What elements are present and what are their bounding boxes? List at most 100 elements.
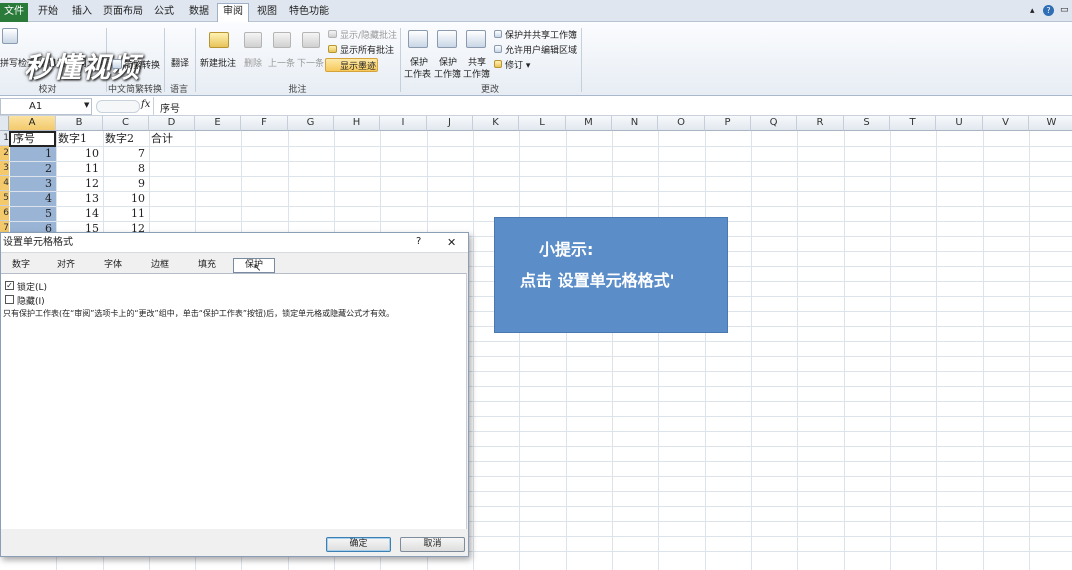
cell-b1[interactable]: 数字1 <box>56 132 103 146</box>
cell-a1[interactable]: 序号 <box>9 131 56 147</box>
spelling-icon[interactable] <box>2 28 18 44</box>
dialog-title-bar[interactable]: 设置单元格格式 <box>1 233 468 253</box>
col-header-i[interactable]: I <box>380 116 427 131</box>
dialog-tab-border[interactable]: 边框 <box>146 259 174 273</box>
col-header-a[interactable]: A <box>9 116 56 131</box>
share-workbook-line2[interactable]: 工作簿 <box>463 67 490 80</box>
col-header-g[interactable]: G <box>288 116 334 131</box>
hidden-checkbox[interactable] <box>5 295 14 304</box>
tab-insert[interactable]: 插入 <box>68 4 96 22</box>
hidden-label[interactable]: 隐藏(I) <box>17 294 45 307</box>
restore-window-icon[interactable]: ▭ <box>1060 5 1069 15</box>
dialog-tab-fill[interactable]: 填充 <box>193 259 221 273</box>
tab-review[interactable]: 审阅 <box>217 3 249 23</box>
tab-special[interactable]: 特色功能 <box>287 4 331 22</box>
protect-workbook-line2[interactable]: 工作簿 <box>434 67 461 80</box>
cell-b3[interactable]: 11 <box>56 162 103 176</box>
previous-comment-button[interactable]: 上一条 <box>268 56 295 69</box>
col-header-u[interactable]: U <box>936 116 983 131</box>
tab-formulas[interactable]: 公式 <box>150 4 178 22</box>
cancel-button[interactable]: 取消 <box>400 537 465 552</box>
tab-view[interactable]: 视图 <box>252 4 282 22</box>
dialog-tab-alignment[interactable]: 对齐 <box>52 259 80 273</box>
cell-b4[interactable]: 12 <box>56 177 103 191</box>
cell-c5[interactable]: 10 <box>103 192 149 206</box>
col-header-f[interactable]: F <box>241 116 288 131</box>
cell-c3[interactable]: 8 <box>103 162 149 176</box>
track-changes-button[interactable]: 修订 ▾ <box>505 58 530 71</box>
tab-page-layout[interactable]: 页面布局 <box>102 4 144 22</box>
next-comment-button[interactable]: 下一条 <box>297 56 324 69</box>
cell-b2[interactable]: 10 <box>56 147 103 161</box>
col-header-j[interactable]: J <box>427 116 473 131</box>
previous-comment-icon[interactable] <box>273 32 291 48</box>
tab-data[interactable]: 数据 <box>184 4 214 22</box>
simplified-traditional-button[interactable]: 简繁转换 <box>124 58 160 71</box>
cell-b5[interactable]: 13 <box>56 192 103 206</box>
col-header-l[interactable]: L <box>519 116 566 131</box>
show-all-comments-button[interactable]: 显示所有批注 <box>340 43 394 56</box>
col-header-p[interactable]: P <box>705 116 751 131</box>
ok-button[interactable]: 确定 <box>326 537 391 552</box>
share-workbook-icon[interactable] <box>466 30 486 48</box>
next-comment-icon[interactable] <box>302 32 320 48</box>
col-header-c[interactable]: C <box>103 116 149 131</box>
translate-button[interactable]: 翻译 <box>171 56 189 69</box>
row-header-2[interactable]: 2 <box>0 146 9 161</box>
row-header-1[interactable]: 1 <box>0 131 9 146</box>
cell-b6[interactable]: 14 <box>56 207 103 221</box>
col-header-h[interactable]: H <box>334 116 380 131</box>
tab-file[interactable]: 文件 <box>0 3 28 22</box>
show-hide-comment-button[interactable]: 显示/隐藏批注 <box>340 28 397 41</box>
insert-function-icon[interactable]: fx <box>141 99 150 110</box>
show-ink-button[interactable]: 显示墨迹 <box>340 59 376 72</box>
col-header-b[interactable]: B <box>56 116 103 131</box>
cell-c1[interactable]: 数字2 <box>103 132 149 146</box>
tab-home[interactable]: 开始 <box>34 4 62 22</box>
cell-c4[interactable]: 9 <box>103 177 149 191</box>
col-header-w[interactable]: W <box>1029 116 1072 131</box>
col-header-o[interactable]: O <box>658 116 705 131</box>
new-comment-button[interactable]: 新建批注 <box>200 56 236 69</box>
cell-a6[interactable]: 5 <box>10 207 56 221</box>
col-header-k[interactable]: K <box>473 116 519 131</box>
new-comment-icon[interactable] <box>209 32 229 48</box>
dialog-help-icon[interactable]: ? <box>416 236 421 247</box>
cell-c6[interactable]: 11 <box>103 207 149 221</box>
name-box[interactable]: A1 <box>0 98 92 115</box>
cell-a2[interactable]: 1 <box>10 147 56 161</box>
row-header-3[interactable]: 3 <box>0 161 9 176</box>
protect-share-workbook-button[interactable]: 保护并共享工作簿 <box>505 28 577 41</box>
col-header-r[interactable]: R <box>797 116 844 131</box>
col-header-v[interactable]: V <box>983 116 1029 131</box>
row-header-6[interactable]: 6 <box>0 206 9 221</box>
allow-edit-ranges-button[interactable]: 允许用户编辑区域 <box>505 43 577 56</box>
locked-checkbox[interactable]: ✓ <box>5 281 14 290</box>
protect-sheet-icon[interactable] <box>408 30 428 48</box>
protect-sheet-line2[interactable]: 工作表 <box>404 67 431 80</box>
col-header-t[interactable]: T <box>890 116 936 131</box>
cell-d1[interactable]: 合计 <box>149 132 195 146</box>
formula-input[interactable]: 序号 <box>160 100 180 115</box>
chevron-down-icon[interactable]: ▼ <box>84 101 89 109</box>
delete-comment-button[interactable]: 删除 <box>244 56 262 69</box>
minimize-ribbon-icon[interactable]: ▴ <box>1030 6 1035 16</box>
convert-icon[interactable] <box>112 59 122 69</box>
col-header-e[interactable]: E <box>195 116 241 131</box>
col-header-m[interactable]: M <box>566 116 612 131</box>
cell-a3[interactable]: 2 <box>10 162 56 176</box>
dialog-tab-font[interactable]: 字体 <box>99 259 127 273</box>
dialog-tab-number[interactable]: 数字 <box>7 259 35 273</box>
locked-label[interactable]: 锁定(L) <box>17 280 47 293</box>
row-header-5[interactable]: 5 <box>0 191 9 206</box>
cell-a4[interactable]: 3 <box>10 177 56 191</box>
cell-c2[interactable]: 7 <box>103 147 149 161</box>
dialog-close-icon[interactable]: ✕ <box>447 236 456 249</box>
row-header-4[interactable]: 4 <box>0 176 9 191</box>
col-header-n[interactable]: N <box>612 116 658 131</box>
col-header-s[interactable]: S <box>844 116 890 131</box>
select-all-corner[interactable] <box>0 116 9 131</box>
delete-comment-icon[interactable] <box>244 32 262 48</box>
col-header-q[interactable]: Q <box>751 116 797 131</box>
help-icon[interactable]: ? <box>1043 5 1054 16</box>
